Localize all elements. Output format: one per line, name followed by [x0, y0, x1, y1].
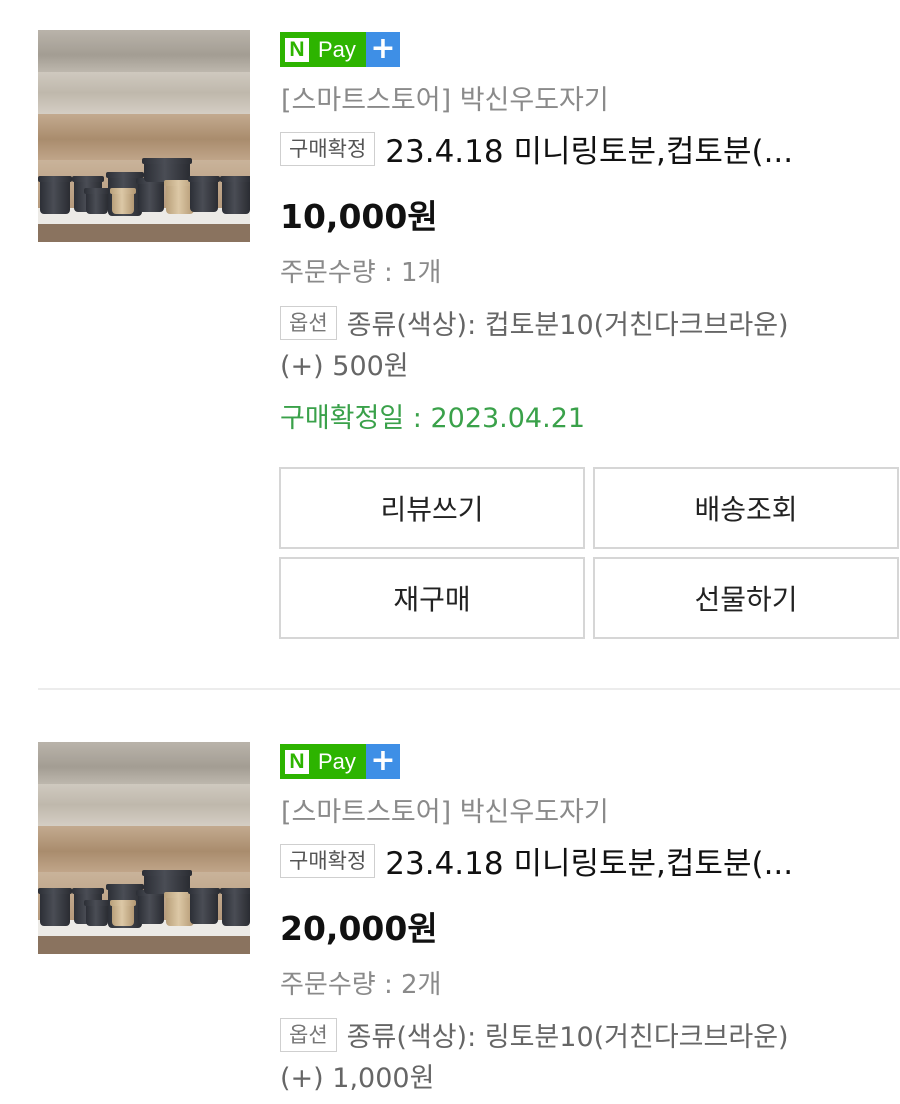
npay-plus-badge: N Pay +: [280, 32, 400, 67]
order-price: 20,000원: [280, 909, 438, 948]
option-text: 종류(색상): 컵토분10(거친다크브라운): [346, 310, 789, 341]
product-title[interactable]: 23.4.18 미니링토분,컵토분(...: [385, 838, 890, 883]
status-badge: 구매확정: [280, 131, 376, 166]
purchase-confirm-date: 구매확정일 : 2023.04.21: [280, 403, 586, 434]
status-badge: 구매확정: [280, 843, 376, 878]
option-row: 옵션 종류(색상): 컵토분10(거친다크브라운): [280, 303, 789, 342]
option-text: 종류(색상): 링토분10(거친다크브라운): [346, 1022, 789, 1053]
track-delivery-button[interactable]: 배송조회: [593, 467, 899, 549]
write-review-button[interactable]: 리뷰쓰기: [279, 467, 585, 549]
option-extra-price: (+) 500원: [280, 351, 409, 382]
product-title[interactable]: 23.4.18 미니링토분,컵토분(...: [385, 126, 890, 171]
naver-n-icon: N: [280, 32, 314, 67]
plus-icon: +: [366, 744, 400, 779]
npay-label: Pay: [314, 744, 366, 779]
option-row: 옵션 종류(색상): 링토분10(거친다크브라운): [280, 1015, 789, 1054]
product-title-row[interactable]: 구매확정 23.4.18 미니링토분,컵토분(...: [280, 126, 890, 171]
order-quantity: 주문수량 : 1개: [280, 258, 442, 288]
order-quantity: 주문수량 : 2개: [280, 970, 442, 1000]
npay-plus-badge: N Pay +: [280, 744, 400, 779]
rebuy-button[interactable]: 재구매: [279, 557, 585, 639]
order-divider: [38, 688, 900, 690]
plus-icon: +: [366, 32, 400, 67]
gift-button[interactable]: 선물하기: [593, 557, 899, 639]
product-title-row[interactable]: 구매확정 23.4.18 미니링토분,컵토분(...: [280, 838, 890, 883]
option-badge: 옵션: [280, 305, 337, 340]
option-badge: 옵션: [280, 1017, 337, 1052]
store-name[interactable]: [스마트스토어] 박신우도자기: [281, 790, 609, 829]
store-name[interactable]: [스마트스토어] 박신우도자기: [281, 78, 609, 117]
naver-n-icon: N: [280, 744, 314, 779]
product-thumbnail[interactable]: [38, 742, 250, 954]
option-extra-price: (+) 1,000원: [280, 1063, 435, 1094]
order-price: 10,000원: [280, 197, 438, 236]
product-thumbnail[interactable]: [38, 30, 250, 242]
npay-label: Pay: [314, 32, 366, 67]
